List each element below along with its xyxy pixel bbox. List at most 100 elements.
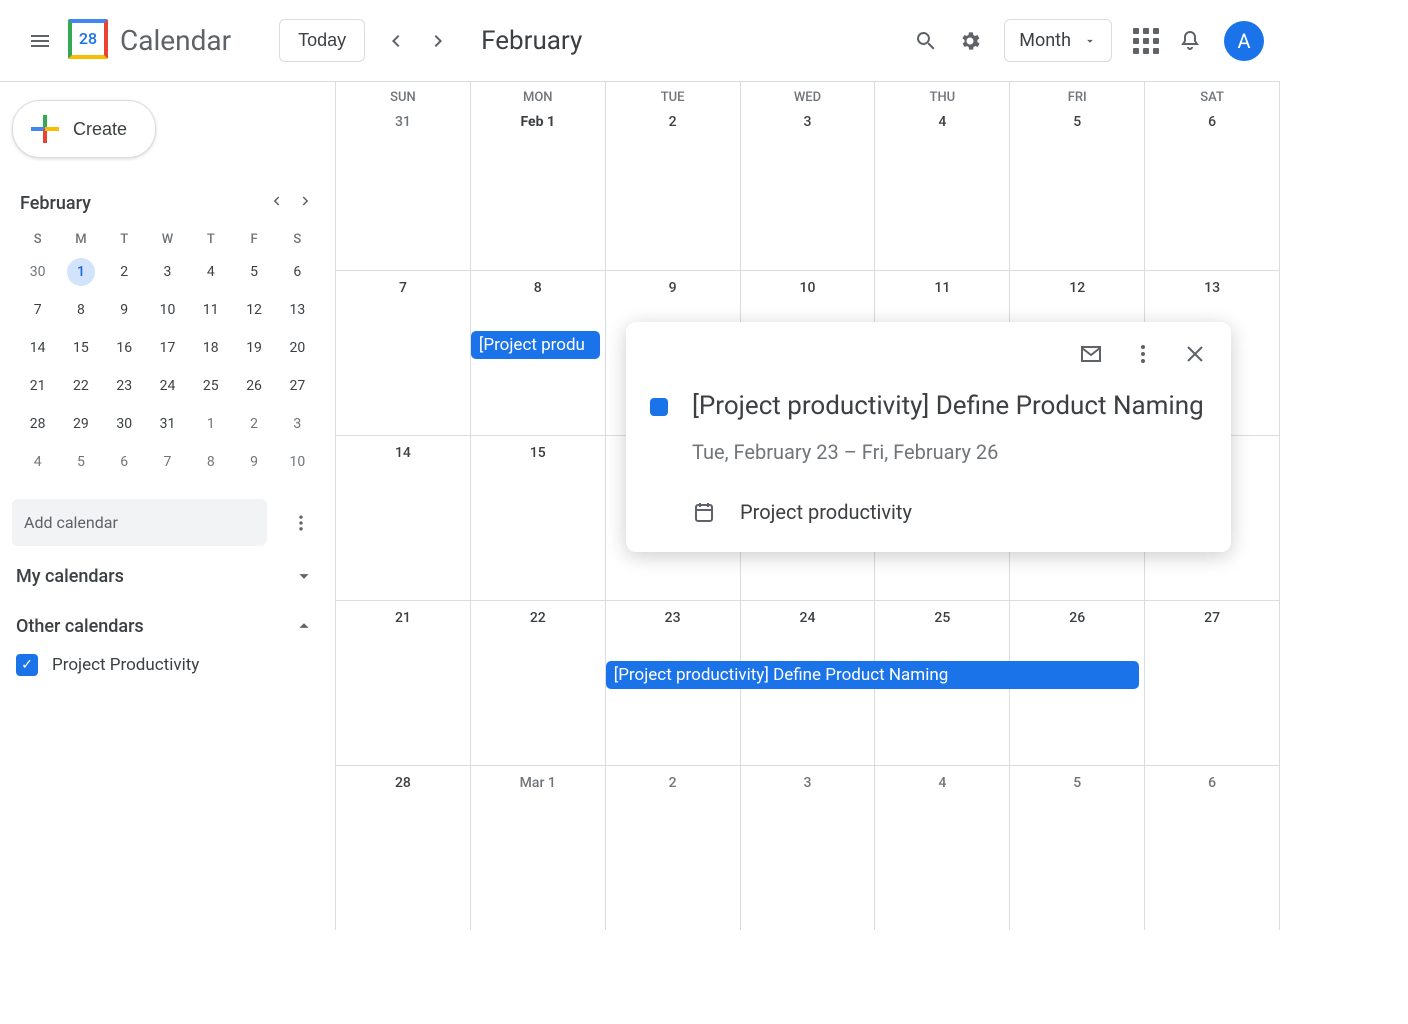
mini-day-cell[interactable]: 3 (283, 410, 311, 438)
mini-day-cell[interactable]: 17 (153, 334, 181, 362)
mini-day-cell[interactable]: 29 (67, 410, 95, 438)
day-cell[interactable]: 28 (336, 766, 471, 930)
search-button[interactable] (904, 19, 948, 63)
mini-day-cell[interactable]: 6 (283, 258, 311, 286)
mini-day-cell[interactable]: 6 (110, 448, 138, 476)
mini-day-cell[interactable]: 30 (110, 410, 138, 438)
mini-day-cell[interactable]: 5 (240, 258, 268, 286)
mini-day-cell[interactable]: 27 (283, 372, 311, 400)
email-button[interactable] (1079, 342, 1103, 370)
day-cell[interactable]: 27 (1145, 601, 1280, 765)
mini-day-cell[interactable]: 8 (67, 296, 95, 324)
day-number: 10 (796, 278, 820, 298)
create-button[interactable]: Create (12, 100, 156, 158)
mini-day-cell[interactable]: 19 (240, 334, 268, 362)
mini-day-cell[interactable]: 4 (197, 258, 225, 286)
day-cell[interactable]: 3 (741, 105, 876, 270)
settings-button[interactable] (948, 19, 992, 63)
mini-day-cell[interactable]: 30 (24, 258, 52, 286)
mini-day-cell[interactable]: 16 (110, 334, 138, 362)
mini-day-cell[interactable]: 14 (24, 334, 52, 362)
mini-day-cell[interactable]: 4 (24, 448, 52, 476)
day-cell[interactable]: 2 (606, 766, 741, 930)
next-month-button[interactable] (417, 19, 461, 63)
close-popup-button[interactable] (1183, 342, 1207, 370)
grid-dow-cell: SAT (1145, 82, 1280, 105)
day-cell[interactable]: 4 (875, 105, 1010, 270)
day-cell[interactable]: 6 (1145, 766, 1280, 930)
mini-day-cell[interactable]: 28 (24, 410, 52, 438)
envelope-icon (1079, 342, 1103, 366)
mini-day-cell[interactable]: 5 (67, 448, 95, 476)
mini-day-cell[interactable]: 12 (240, 296, 268, 324)
mini-day-cell[interactable]: 11 (197, 296, 225, 324)
prev-month-button[interactable] (373, 19, 417, 63)
day-cell[interactable]: 14 (336, 436, 471, 600)
mini-day-cell[interactable]: 8 (197, 448, 225, 476)
day-cell[interactable]: Feb 1 (471, 105, 606, 270)
mini-day-cell[interactable]: 26 (240, 372, 268, 400)
mini-day-cell[interactable]: 10 (153, 296, 181, 324)
add-calendar-input[interactable]: Add calendar (12, 499, 267, 546)
day-cell[interactable]: 6 (1145, 105, 1280, 270)
my-calendars-section[interactable]: My calendars (12, 546, 323, 596)
header: 28 Calendar Today February Month A (0, 0, 1280, 82)
mini-prev-month-button[interactable] (267, 192, 285, 214)
day-number: 22 (526, 608, 550, 628)
event-options-button[interactable] (1131, 342, 1155, 370)
mini-day-cell[interactable]: 18 (197, 334, 225, 362)
mini-day-cell[interactable]: 1 (197, 410, 225, 438)
mini-day-cell[interactable]: 7 (153, 448, 181, 476)
day-cell[interactable]: 3 (741, 766, 876, 930)
mini-next-month-button[interactable] (297, 192, 315, 214)
mini-day-cell[interactable]: 25 (197, 372, 225, 400)
mini-day-cell[interactable]: 24 (153, 372, 181, 400)
chevron-up-icon (293, 614, 315, 638)
add-calendar-options-button[interactable] (279, 501, 323, 545)
mini-day-cell[interactable]: 2 (240, 410, 268, 438)
day-cell[interactable]: 5 (1010, 105, 1145, 270)
day-cell[interactable]: 22 (471, 601, 606, 765)
mini-day-cell[interactable]: 10 (283, 448, 311, 476)
mini-day-cell[interactable]: 3 (153, 258, 181, 286)
day-number: 25 (930, 608, 954, 628)
day-cell[interactable]: 4 (875, 766, 1010, 930)
day-cell[interactable]: 31 (336, 105, 471, 270)
mini-day-cell[interactable]: 1 (67, 258, 95, 286)
mini-day-cell[interactable]: 21 (24, 372, 52, 400)
notifications-button[interactable] (1168, 19, 1212, 63)
day-cell[interactable]: 5 (1010, 766, 1145, 930)
mini-day-cell[interactable]: 31 (153, 410, 181, 438)
day-cell[interactable]: 21 (336, 601, 471, 765)
mini-day-cell[interactable]: 15 (67, 334, 95, 362)
mini-day-cell[interactable]: 22 (67, 372, 95, 400)
calendar-checkbox[interactable]: ✓ (16, 654, 38, 676)
today-button[interactable]: Today (279, 19, 365, 62)
mini-day-cell[interactable]: 23 (110, 372, 138, 400)
main-menu-button[interactable] (16, 17, 64, 65)
mini-day-cell[interactable]: 7 (24, 296, 52, 324)
other-calendars-section[interactable]: Other calendars (12, 596, 323, 646)
mini-day-cell[interactable]: 9 (240, 448, 268, 476)
mini-day-cell[interactable]: 2 (110, 258, 138, 286)
mini-day-cell[interactable]: 20 (283, 334, 311, 362)
view-selector[interactable]: Month (1004, 19, 1112, 62)
calendar-logo: 28 (68, 19, 112, 63)
day-number: 6 (1204, 773, 1220, 793)
day-number: 3 (800, 773, 816, 793)
day-number: 6 (1204, 112, 1220, 132)
account-avatar[interactable]: A (1224, 21, 1264, 61)
current-month-title: February (481, 26, 582, 56)
event-bar[interactable]: [Project productivity] Define Product Na… (606, 661, 1139, 689)
google-apps-button[interactable] (1124, 19, 1168, 63)
day-cell[interactable]: Mar 1 (471, 766, 606, 930)
day-cell[interactable]: 2 (606, 105, 741, 270)
other-calendars-label: Other calendars (16, 616, 144, 637)
event-bar[interactable]: [Project produ (471, 331, 600, 359)
mini-dow-cell: W (146, 226, 189, 253)
mini-day-cell[interactable]: 9 (110, 296, 138, 324)
mini-day-cell[interactable]: 13 (283, 296, 311, 324)
day-cell[interactable]: 15 (471, 436, 606, 600)
day-number: 3 (800, 112, 816, 132)
day-cell[interactable]: 7 (336, 271, 471, 435)
